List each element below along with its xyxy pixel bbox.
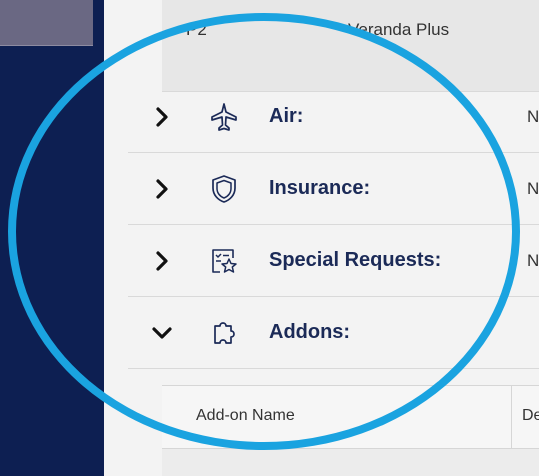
section-special-requests[interactable]: Special Requests: N xyxy=(128,225,539,297)
section-insurance-value: N xyxy=(527,179,539,198)
addons-table-header: Add-on Name De xyxy=(162,385,539,449)
cabin-code: P2 xyxy=(186,20,207,39)
chevron-right-icon[interactable] xyxy=(148,175,176,203)
sidebar-item-selected[interactable] xyxy=(0,0,93,46)
chevron-right-icon[interactable] xyxy=(148,103,176,131)
column-header-addon-name[interactable]: Add-on Name xyxy=(196,407,295,425)
section-special-requests-label: Special Requests: xyxy=(269,249,442,271)
chevron-right-icon[interactable] xyxy=(148,247,176,275)
sidebar xyxy=(0,0,104,476)
section-insurance-label: Insurance: xyxy=(269,177,371,199)
section-addons-label: Addons: xyxy=(269,321,351,343)
addons-table-body xyxy=(162,449,539,476)
cabin-row: P2 Veranda Plus xyxy=(162,0,539,92)
section-air[interactable]: Air: N xyxy=(128,81,539,153)
puzzle-icon xyxy=(214,322,235,344)
booking-details: P2 Veranda Plus Air: N Insurance: N Spec… xyxy=(128,0,539,476)
column-divider xyxy=(511,386,512,448)
main-panel: P2 Veranda Plus Air: N Insurance: N Spec… xyxy=(104,0,539,476)
column-header-description[interactable]: De xyxy=(522,407,539,425)
chevron-down-icon[interactable] xyxy=(148,319,176,347)
section-air-value: N xyxy=(527,107,539,126)
section-insurance[interactable]: Insurance: N xyxy=(128,153,539,225)
shield-icon xyxy=(212,175,236,203)
section-special-requests-value: N xyxy=(527,251,539,270)
section-air-label: Air: xyxy=(269,105,304,127)
airplane-icon xyxy=(211,103,237,131)
special-request-icon xyxy=(212,249,237,273)
section-addons[interactable]: Addons: xyxy=(128,297,539,369)
cabin-name: Veranda Plus xyxy=(348,20,450,39)
